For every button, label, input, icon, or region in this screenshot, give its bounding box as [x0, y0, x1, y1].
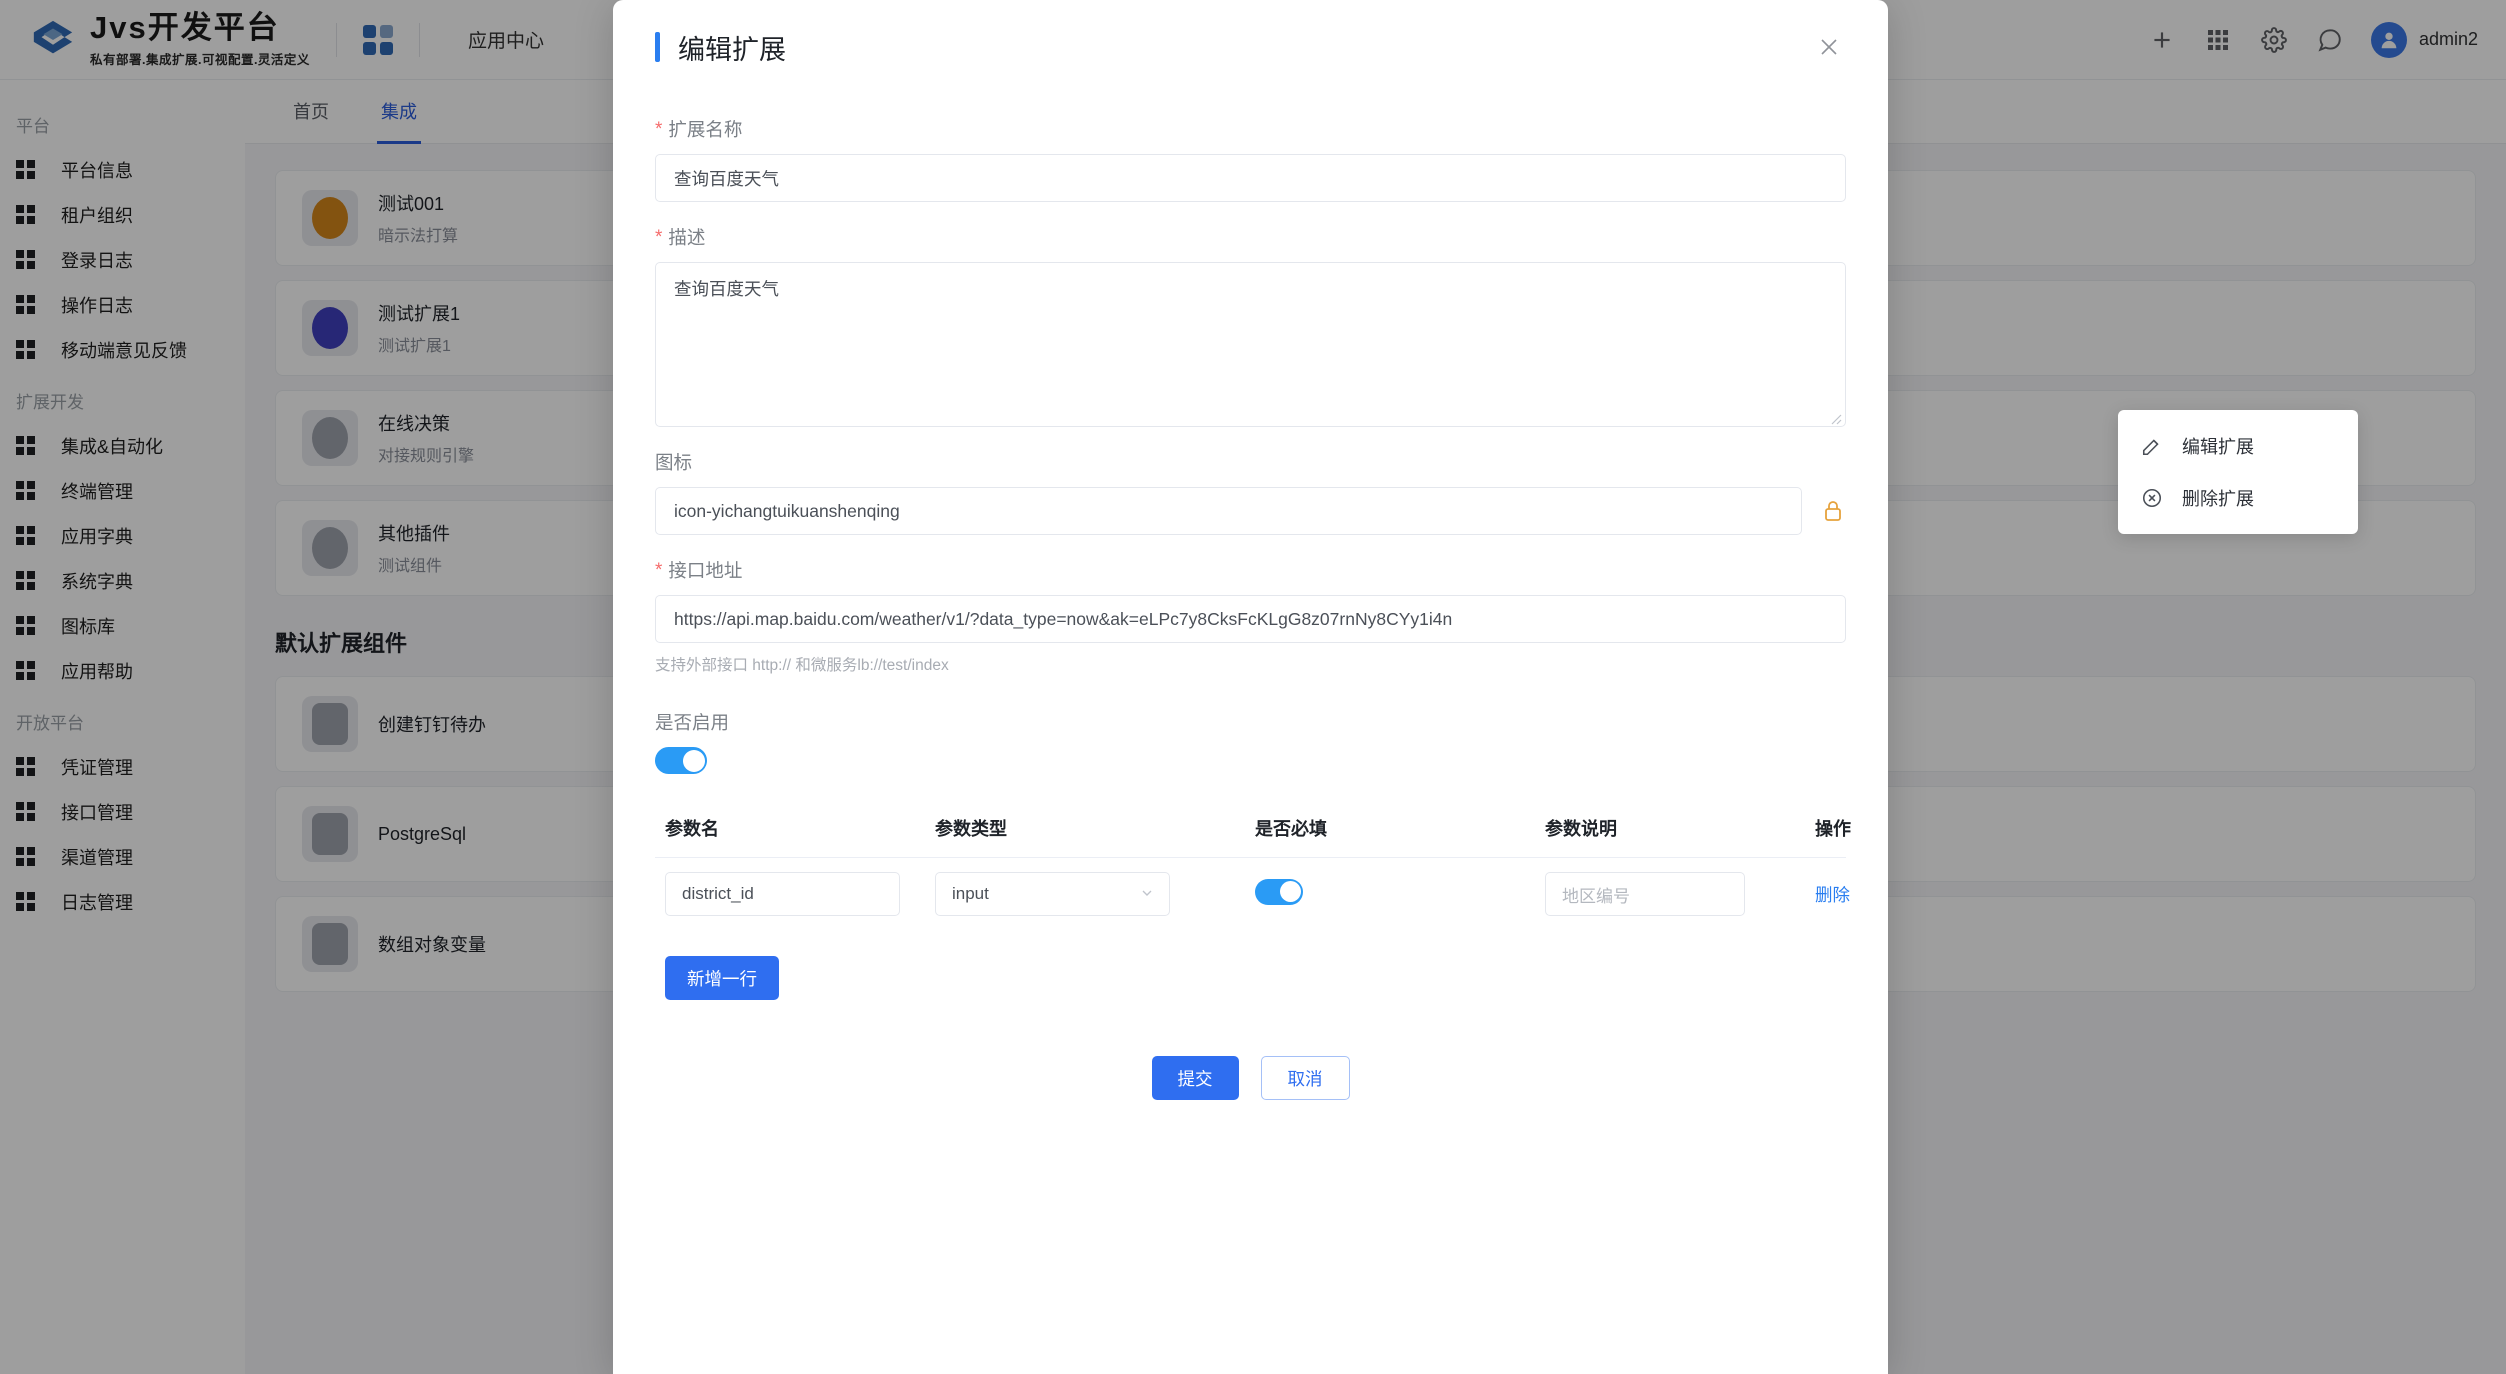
toggle-knob [1279, 881, 1301, 902]
api-url-label: * 接口地址 [655, 557, 1846, 583]
param-required-toggle[interactable] [1255, 878, 1303, 905]
chevron-down-icon [1139, 885, 1155, 904]
toggle-knob [682, 749, 705, 772]
enabled-label: 是否启用 [655, 709, 1846, 735]
description-value: 查询百度天气 [674, 279, 779, 299]
required-star: * [655, 559, 663, 581]
icon-field-row: icon-yichangtuikuanshenqing [655, 487, 1846, 535]
description-textarea[interactable]: 查询百度天气 [655, 262, 1846, 427]
close-icon[interactable] [1812, 30, 1846, 64]
label-text: 接口地址 [668, 560, 743, 581]
col-param-description: 参数说明 [1545, 819, 1617, 839]
extension-name-label: * 扩展名称 [655, 116, 1846, 142]
param-type-value: input [952, 884, 989, 903]
delete-row-link[interactable]: 删除 [1815, 885, 1850, 905]
context-menu-item-delete-extension[interactable]: 删除扩展 [2118, 472, 2358, 524]
api-url-input[interactable]: https://api.map.baidu.com/weather/v1/?da… [655, 595, 1846, 643]
delete-circle-icon [2140, 486, 2164, 510]
modal-header: 编辑扩展 [641, 0, 1860, 94]
add-row-wrap: 新增一行 [655, 956, 1846, 1000]
cancel-button[interactable]: 取消 [1260, 1056, 1350, 1100]
param-name-input[interactable]: district_id [665, 872, 900, 916]
col-param-action: 操作 [1815, 819, 1851, 839]
param-type-select[interactable]: input [935, 872, 1170, 916]
label-text: 描述 [668, 227, 706, 248]
extension-form: * 扩展名称 查询百度天气 * 描述 查询百度天气 图标 icon-yichan… [641, 116, 1860, 1100]
api-url-hint: 支持外部接口 http:// 和微服务lb://test/index [655, 657, 949, 674]
modal-accent-bar [655, 32, 660, 62]
label-text: 扩展名称 [668, 119, 743, 140]
submit-button[interactable]: 提交 [1151, 1056, 1239, 1100]
required-star: * [655, 226, 663, 248]
params-table-header: 参数名 参数类型 是否必填 参数说明 操作 [655, 815, 1851, 857]
col-param-type: 参数类型 [935, 819, 1007, 839]
context-menu-item-label: 删除扩展 [2182, 489, 2254, 509]
icon-picker-icon[interactable] [1820, 498, 1846, 524]
app-root: Jvs开发平台 私有部署.集成扩展.可视配置.灵活定义 应用中心 admin2 … [0, 0, 2506, 1374]
resize-handle-icon[interactable] [1828, 409, 1842, 425]
context-menu-item-edit-extension[interactable]: 编辑扩展 [2118, 420, 2358, 472]
label-text: 图标 [655, 452, 693, 473]
modal-title: 编辑扩展 [678, 34, 786, 65]
description-label: * 描述 [655, 224, 1846, 250]
col-param-required: 是否必填 [1255, 819, 1327, 839]
icon-name-input[interactable]: icon-yichangtuikuanshenqing [655, 487, 1802, 535]
enabled-toggle[interactable] [655, 747, 707, 774]
context-menu: 编辑扩展 删除扩展 [2118, 410, 2358, 534]
required-star: * [655, 118, 663, 140]
icon-label: 图标 [655, 449, 1846, 475]
table-row: district_id input 地区编号 删除 [655, 857, 1850, 930]
params-table: 参数名 参数类型 是否必填 参数说明 操作 district_id input [655, 815, 1851, 930]
modal-footer: 提交 取消 [655, 1056, 1846, 1100]
extension-name-input[interactable]: 查询百度天气 [655, 154, 1846, 202]
col-param-name: 参数名 [665, 819, 719, 839]
edit-pencil-icon [2140, 434, 2164, 458]
label-text: 是否启用 [655, 712, 730, 733]
edit-extension-modal: 编辑扩展 * 扩展名称 查询百度天气 * 描述 查询百度天气 图标 icon-y… [613, 0, 1888, 1374]
add-row-button[interactable]: 新增一行 [665, 956, 779, 1000]
param-description-input[interactable]: 地区编号 [1545, 872, 1745, 916]
context-menu-item-label: 编辑扩展 [2182, 437, 2254, 457]
